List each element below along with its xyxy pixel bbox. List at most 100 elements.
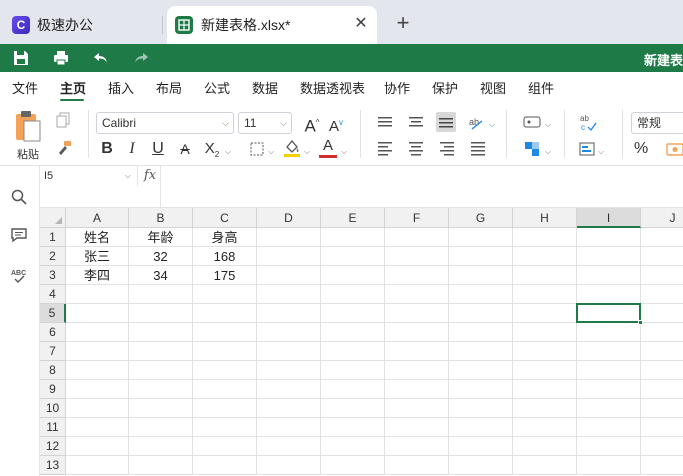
row-header-4[interactable]: 4: [40, 285, 66, 304]
close-tab-icon[interactable]: ✕: [353, 16, 369, 32]
cell-c1[interactable]: 身高: [193, 228, 257, 247]
cell-f13[interactable]: [385, 456, 449, 475]
cell-d2[interactable]: [257, 247, 321, 266]
cell-j13[interactable]: [641, 456, 683, 475]
cell-j3[interactable]: [641, 266, 683, 285]
row-header-10[interactable]: 10: [40, 399, 66, 418]
cell-d5[interactable]: [257, 304, 321, 323]
menu-file[interactable]: 文件: [12, 78, 38, 97]
menu-home[interactable]: 主页: [60, 78, 86, 97]
menu-components[interactable]: 组件: [528, 78, 554, 97]
cell-c8[interactable]: [193, 361, 257, 380]
underline-button[interactable]: U: [149, 140, 167, 158]
cell-e5[interactable]: [321, 304, 385, 323]
cell-c7[interactable]: [193, 342, 257, 361]
row-header-12[interactable]: 12: [40, 437, 66, 456]
percent-button[interactable]: %: [634, 140, 648, 158]
cell-d8[interactable]: [257, 361, 321, 380]
column-header-d[interactable]: D: [257, 208, 321, 228]
fill-color-icon[interactable]: [283, 138, 301, 158]
row-header-1[interactable]: 1: [40, 228, 66, 247]
subscript-icon[interactable]: X2: [203, 140, 221, 164]
new-tab-icon[interactable]: +: [394, 12, 412, 34]
font-size-select[interactable]: 11 ⌵: [238, 112, 292, 134]
align-left-icon[interactable]: [376, 140, 394, 156]
cell-e2[interactable]: [321, 247, 385, 266]
cell-c3[interactable]: 175: [193, 266, 257, 285]
cell-e4[interactable]: [321, 285, 385, 304]
cell-e11[interactable]: [321, 418, 385, 437]
menu-insert[interactable]: 插入: [108, 78, 134, 97]
cell-h11[interactable]: [513, 418, 577, 437]
spreadsheet-grid[interactable]: A B C D E F G H I J 1 姓名 年龄 身高 2 张三 32 168 3 李四 34 175 4 5 6 7 8 9 1…: [40, 208, 683, 476]
cell-j1[interactable]: [641, 228, 683, 247]
column-header-f[interactable]: F: [385, 208, 449, 228]
cell-g6[interactable]: [449, 323, 513, 342]
cell-j8[interactable]: [641, 361, 683, 380]
cell-j7[interactable]: [641, 342, 683, 361]
cell-i7[interactable]: [577, 342, 641, 361]
cell-d7[interactable]: [257, 342, 321, 361]
cell-e1[interactable]: [321, 228, 385, 247]
undo-icon[interactable]: [92, 49, 110, 67]
cell-i4[interactable]: [577, 285, 641, 304]
cell-i12[interactable]: [577, 437, 641, 456]
cell-e9[interactable]: [321, 380, 385, 399]
cell-f12[interactable]: [385, 437, 449, 456]
chevron-down-icon[interactable]: ⌵: [268, 147, 274, 157]
cell-d1[interactable]: [257, 228, 321, 247]
menu-data[interactable]: 数据: [252, 78, 278, 97]
print-icon[interactable]: [52, 49, 70, 67]
cell-j5[interactable]: [641, 304, 683, 323]
cell-a13[interactable]: [66, 456, 129, 475]
cell-d3[interactable]: [257, 266, 321, 285]
cell-c9[interactable]: [193, 380, 257, 399]
cell-e13[interactable]: [321, 456, 385, 475]
cell-b9[interactable]: [129, 380, 193, 399]
cell-b12[interactable]: [129, 437, 193, 456]
comment-icon[interactable]: [10, 226, 28, 244]
chevron-down-icon[interactable]: ⌵: [489, 120, 495, 130]
cell-j12[interactable]: [641, 437, 683, 456]
align-center-icon[interactable]: [407, 140, 425, 156]
cell-a7[interactable]: [66, 342, 129, 361]
row-header-9[interactable]: 9: [40, 380, 66, 399]
merge-cells-icon[interactable]: [523, 140, 541, 158]
font-color-icon[interactable]: A: [319, 138, 337, 158]
chevron-down-icon[interactable]: ⌵: [341, 147, 347, 157]
function-icon[interactable]: fx: [140, 166, 160, 186]
cell-e12[interactable]: [321, 437, 385, 456]
cell-b5[interactable]: [129, 304, 193, 323]
cell-c12[interactable]: [193, 437, 257, 456]
chevron-down-icon[interactable]: ⌵: [545, 120, 551, 130]
cell-b1[interactable]: 年龄: [129, 228, 193, 247]
align-middle-icon[interactable]: [407, 114, 425, 130]
cell-g1[interactable]: [449, 228, 513, 247]
paste-label[interactable]: 粘贴: [17, 146, 39, 162]
column-header-a[interactable]: A: [66, 208, 129, 228]
cell-h12[interactable]: [513, 437, 577, 456]
cell-i3[interactable]: [577, 266, 641, 285]
strikethrough-icon[interactable]: A: [176, 140, 194, 158]
column-header-e[interactable]: E: [321, 208, 385, 228]
row-header-3[interactable]: 3: [40, 266, 66, 285]
active-cell-selection[interactable]: [576, 303, 641, 323]
row-header-6[interactable]: 6: [40, 323, 66, 342]
cell-i11[interactable]: [577, 418, 641, 437]
cell-b13[interactable]: [129, 456, 193, 475]
cell-b10[interactable]: [129, 399, 193, 418]
cell-h7[interactable]: [513, 342, 577, 361]
cell-f10[interactable]: [385, 399, 449, 418]
cell-b8[interactable]: [129, 361, 193, 380]
font-name-select[interactable]: Calibri ⌵: [96, 112, 234, 134]
column-header-j[interactable]: J: [641, 208, 683, 228]
cell-g7[interactable]: [449, 342, 513, 361]
borders-icon[interactable]: [249, 141, 265, 157]
cell-c13[interactable]: [193, 456, 257, 475]
cell-g9[interactable]: [449, 380, 513, 399]
cell-a5[interactable]: [66, 304, 129, 323]
row-header-13[interactable]: 13: [40, 456, 66, 475]
cell-i10[interactable]: [577, 399, 641, 418]
menu-formula[interactable]: 公式: [204, 78, 230, 97]
menu-layout[interactable]: 布局: [156, 78, 182, 97]
